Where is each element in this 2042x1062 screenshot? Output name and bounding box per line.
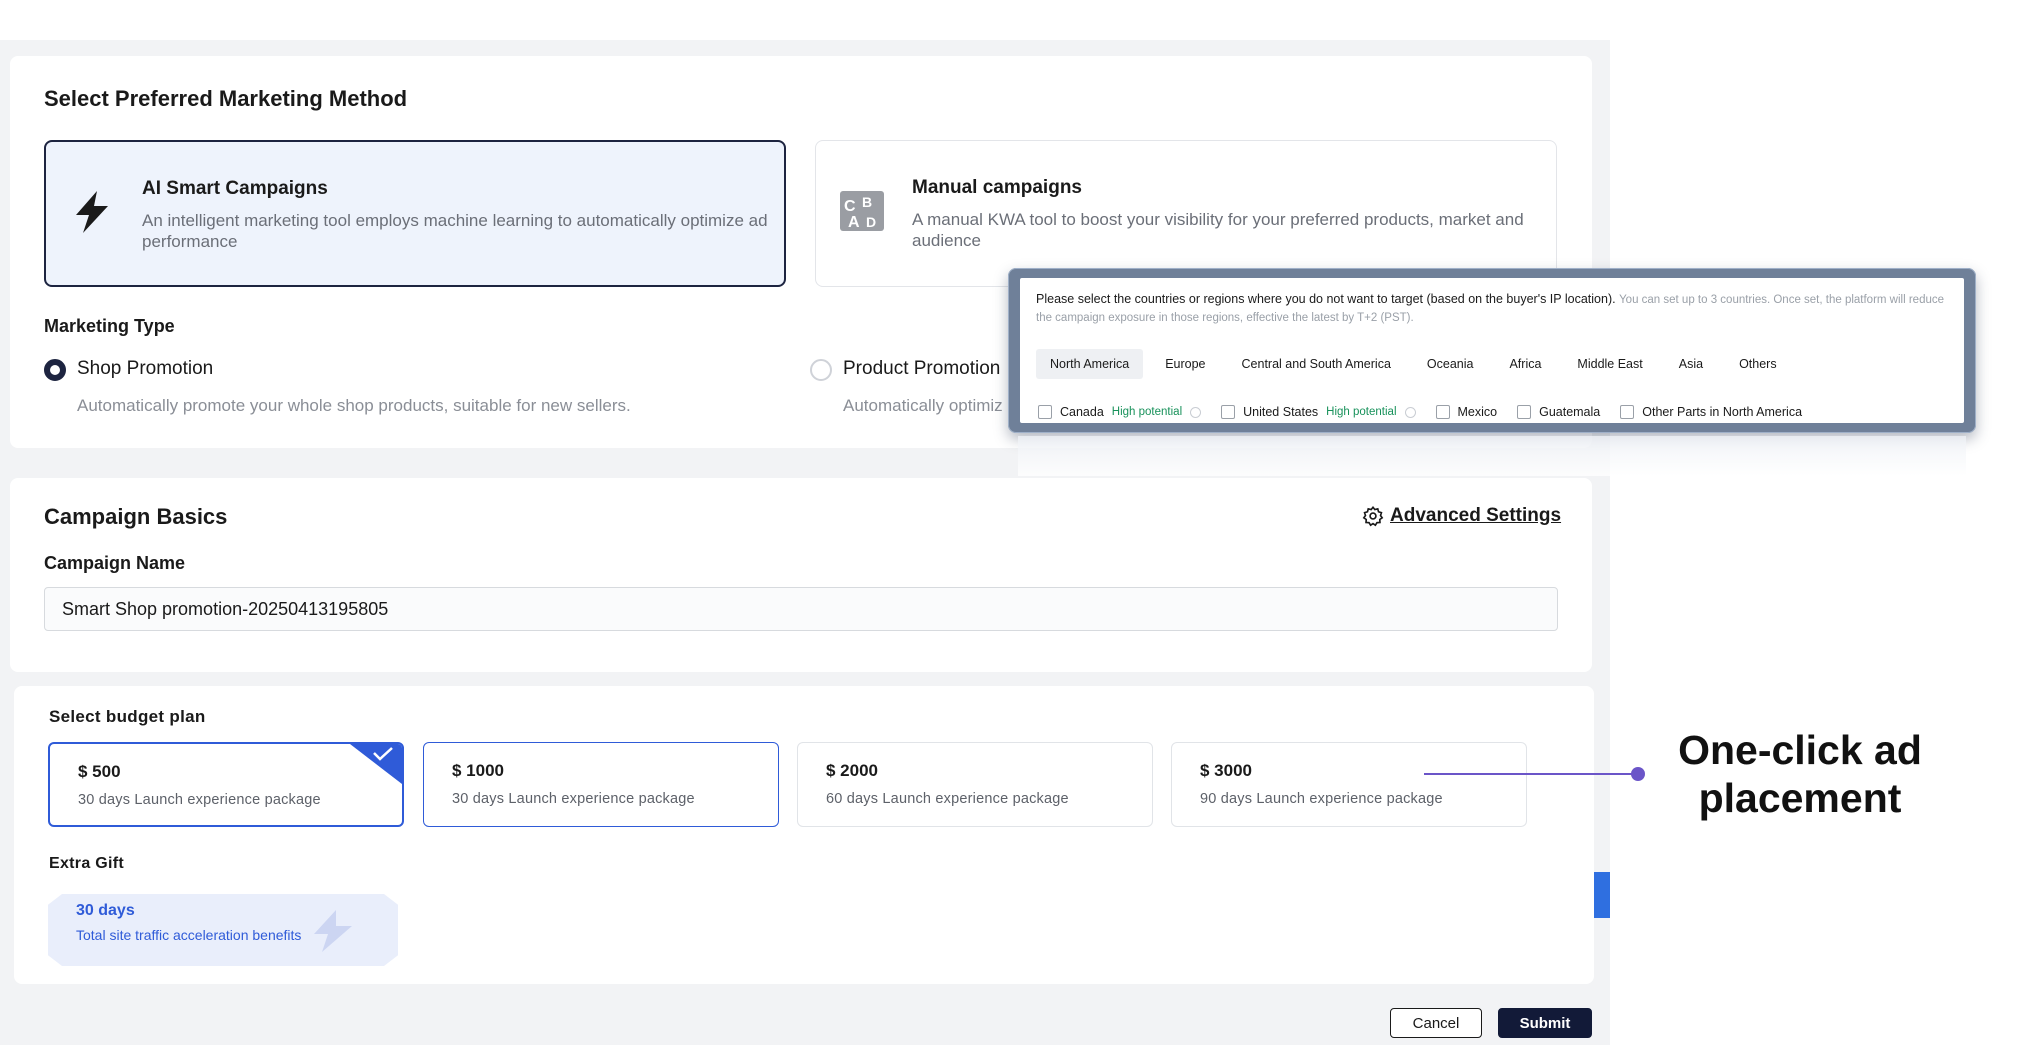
- tab-central-south-america[interactable]: Central and South America: [1228, 349, 1405, 379]
- region-heading-text: Please select the countries or regions w…: [1036, 292, 1616, 306]
- checkbox[interactable]: [1038, 405, 1052, 419]
- tab-oceania[interactable]: Oceania: [1413, 349, 1488, 379]
- plan-desc: 30 days Launch experience package: [452, 791, 695, 807]
- info-icon: [1190, 406, 1202, 418]
- campaign-basics-card: [10, 478, 1592, 672]
- gift-desc: Total site traffic acceleration benefits: [76, 927, 302, 943]
- region-tabs: North America Europe Central and South A…: [1036, 349, 1799, 379]
- lightning-bolt-icon: [314, 910, 352, 952]
- country-label: United States: [1243, 405, 1319, 419]
- product-promotion-label: Product Promotion: [843, 358, 1001, 379]
- callout-line: [1424, 773, 1636, 775]
- lightning-bolt-icon: [76, 191, 108, 233]
- country-label: Mexico: [1457, 405, 1498, 419]
- ai-smart-campaigns-desc: An intelligent marketing tool employs ma…: [142, 211, 768, 251]
- tab-middle-east[interactable]: Middle East: [1563, 349, 1656, 379]
- tab-others[interactable]: Others: [1725, 349, 1791, 379]
- gear-icon: [1362, 505, 1384, 527]
- campaign-name-label: Campaign Name: [44, 553, 186, 573]
- region-exclusion-heading: Please select the countries or regions w…: [1036, 291, 1956, 327]
- tab-europe[interactable]: Europe: [1151, 349, 1219, 379]
- svg-text:A: A: [848, 214, 860, 231]
- budget-plan-3000[interactable]: $ 3000 90 days Launch experience package: [1171, 742, 1527, 827]
- country-option-other-north-america[interactable]: Other Parts in North America: [1620, 405, 1802, 419]
- country-option-canada[interactable]: Canada High potential: [1038, 405, 1202, 419]
- high-potential-tag: High potential: [1326, 406, 1397, 418]
- selected-check-icon: [350, 744, 402, 784]
- tab-north-america[interactable]: North America: [1036, 349, 1144, 379]
- region-exclusion-panel: Please select the countries or regions w…: [1020, 278, 1964, 423]
- shop-promotion-desc: Automatically promote your whole shop pr…: [77, 396, 631, 415]
- floating-button-edge: [1594, 872, 1610, 918]
- tab-asia[interactable]: Asia: [1665, 349, 1717, 379]
- checkbox[interactable]: [1517, 405, 1532, 419]
- shop-promotion-label: Shop Promotion: [77, 358, 214, 379]
- country-label: Other Parts in North America: [1642, 405, 1803, 419]
- checkbox[interactable]: [1620, 405, 1635, 419]
- extra-gift-label: Extra Gift: [49, 855, 125, 872]
- budget-plan-500[interactable]: $ 500 30 days Launch experience package: [48, 742, 404, 827]
- plan-desc: 30 days Launch experience package: [78, 792, 321, 808]
- country-label: Guatemala: [1539, 405, 1601, 419]
- budget-plan-title: Select budget plan: [49, 707, 206, 726]
- campaign-name-input[interactable]: [44, 587, 1558, 631]
- campaign-basics-title: Campaign Basics: [44, 504, 228, 529]
- callout-line-2: placement: [1698, 775, 1902, 821]
- gift-days: 30 days: [76, 902, 135, 919]
- plan-price: $ 500: [78, 762, 121, 781]
- country-option-guatemala[interactable]: Guatemala: [1517, 405, 1600, 419]
- cancel-button[interactable]: Cancel: [1390, 1008, 1482, 1038]
- plan-price: $ 1000: [452, 761, 504, 780]
- callout-text: One-click ad placement: [1640, 726, 1960, 822]
- product-promotion-radio[interactable]: [810, 359, 832, 381]
- country-option-united-states[interactable]: United States High potential: [1221, 405, 1416, 419]
- plan-desc: 60 days Launch experience package: [826, 791, 1069, 807]
- svg-text:C: C: [844, 198, 856, 215]
- region-exclusion-popover: Please select the countries or regions w…: [1008, 268, 1976, 433]
- ai-smart-campaigns-option[interactable]: AI Smart Campaigns An intelligent market…: [44, 140, 786, 287]
- country-option-mexico[interactable]: Mexico: [1435, 405, 1498, 419]
- product-promotion-desc: Automatically optimiz: [843, 396, 1003, 415]
- advanced-settings-label: Advanced Settings: [1390, 505, 1562, 526]
- plan-desc: 90 days Launch experience package: [1200, 791, 1443, 807]
- svg-text:D: D: [866, 214, 876, 230]
- plan-price: $ 3000: [1200, 761, 1252, 780]
- popover-reflection: [1018, 436, 1966, 476]
- tab-africa[interactable]: Africa: [1495, 349, 1555, 379]
- checkbox[interactable]: [1435, 405, 1450, 419]
- country-checkboxes: Canada High potential United States High…: [1038, 405, 1822, 419]
- budget-plan-1000[interactable]: $ 1000 30 days Launch experience package: [423, 742, 779, 827]
- submit-button[interactable]: Submit: [1498, 1008, 1592, 1038]
- marketing-method-title: Select Preferred Marketing Method: [44, 86, 408, 111]
- high-potential-tag: High potential: [1111, 406, 1183, 418]
- svg-text:B: B: [862, 194, 872, 210]
- callout-line-1: One-click ad: [1678, 727, 1922, 773]
- manual-campaigns-desc: A manual KWA tool to boost your visibili…: [912, 210, 1524, 250]
- info-icon: [1404, 406, 1416, 418]
- country-label: Canada: [1060, 405, 1104, 419]
- extra-gift-badge: 30 days Total site traffic acceleration …: [48, 894, 398, 966]
- advanced-settings-link[interactable]: Advanced Settings: [1362, 505, 1561, 527]
- ai-smart-campaigns-title: AI Smart Campaigns: [142, 178, 328, 199]
- checkbox[interactable]: [1221, 405, 1236, 419]
- abc-letters-icon: C B A D: [840, 191, 884, 231]
- manual-campaigns-option[interactable]: C B A D Manual campaigns A manual KWA to…: [815, 140, 1557, 287]
- manual-campaigns-title: Manual campaigns: [912, 177, 1082, 198]
- budget-plan-2000[interactable]: $ 2000 60 days Launch experience package: [797, 742, 1153, 827]
- marketing-type-label: Marketing Type: [44, 316, 175, 336]
- plan-price: $ 2000: [826, 761, 878, 780]
- shop-promotion-radio[interactable]: [44, 359, 66, 381]
